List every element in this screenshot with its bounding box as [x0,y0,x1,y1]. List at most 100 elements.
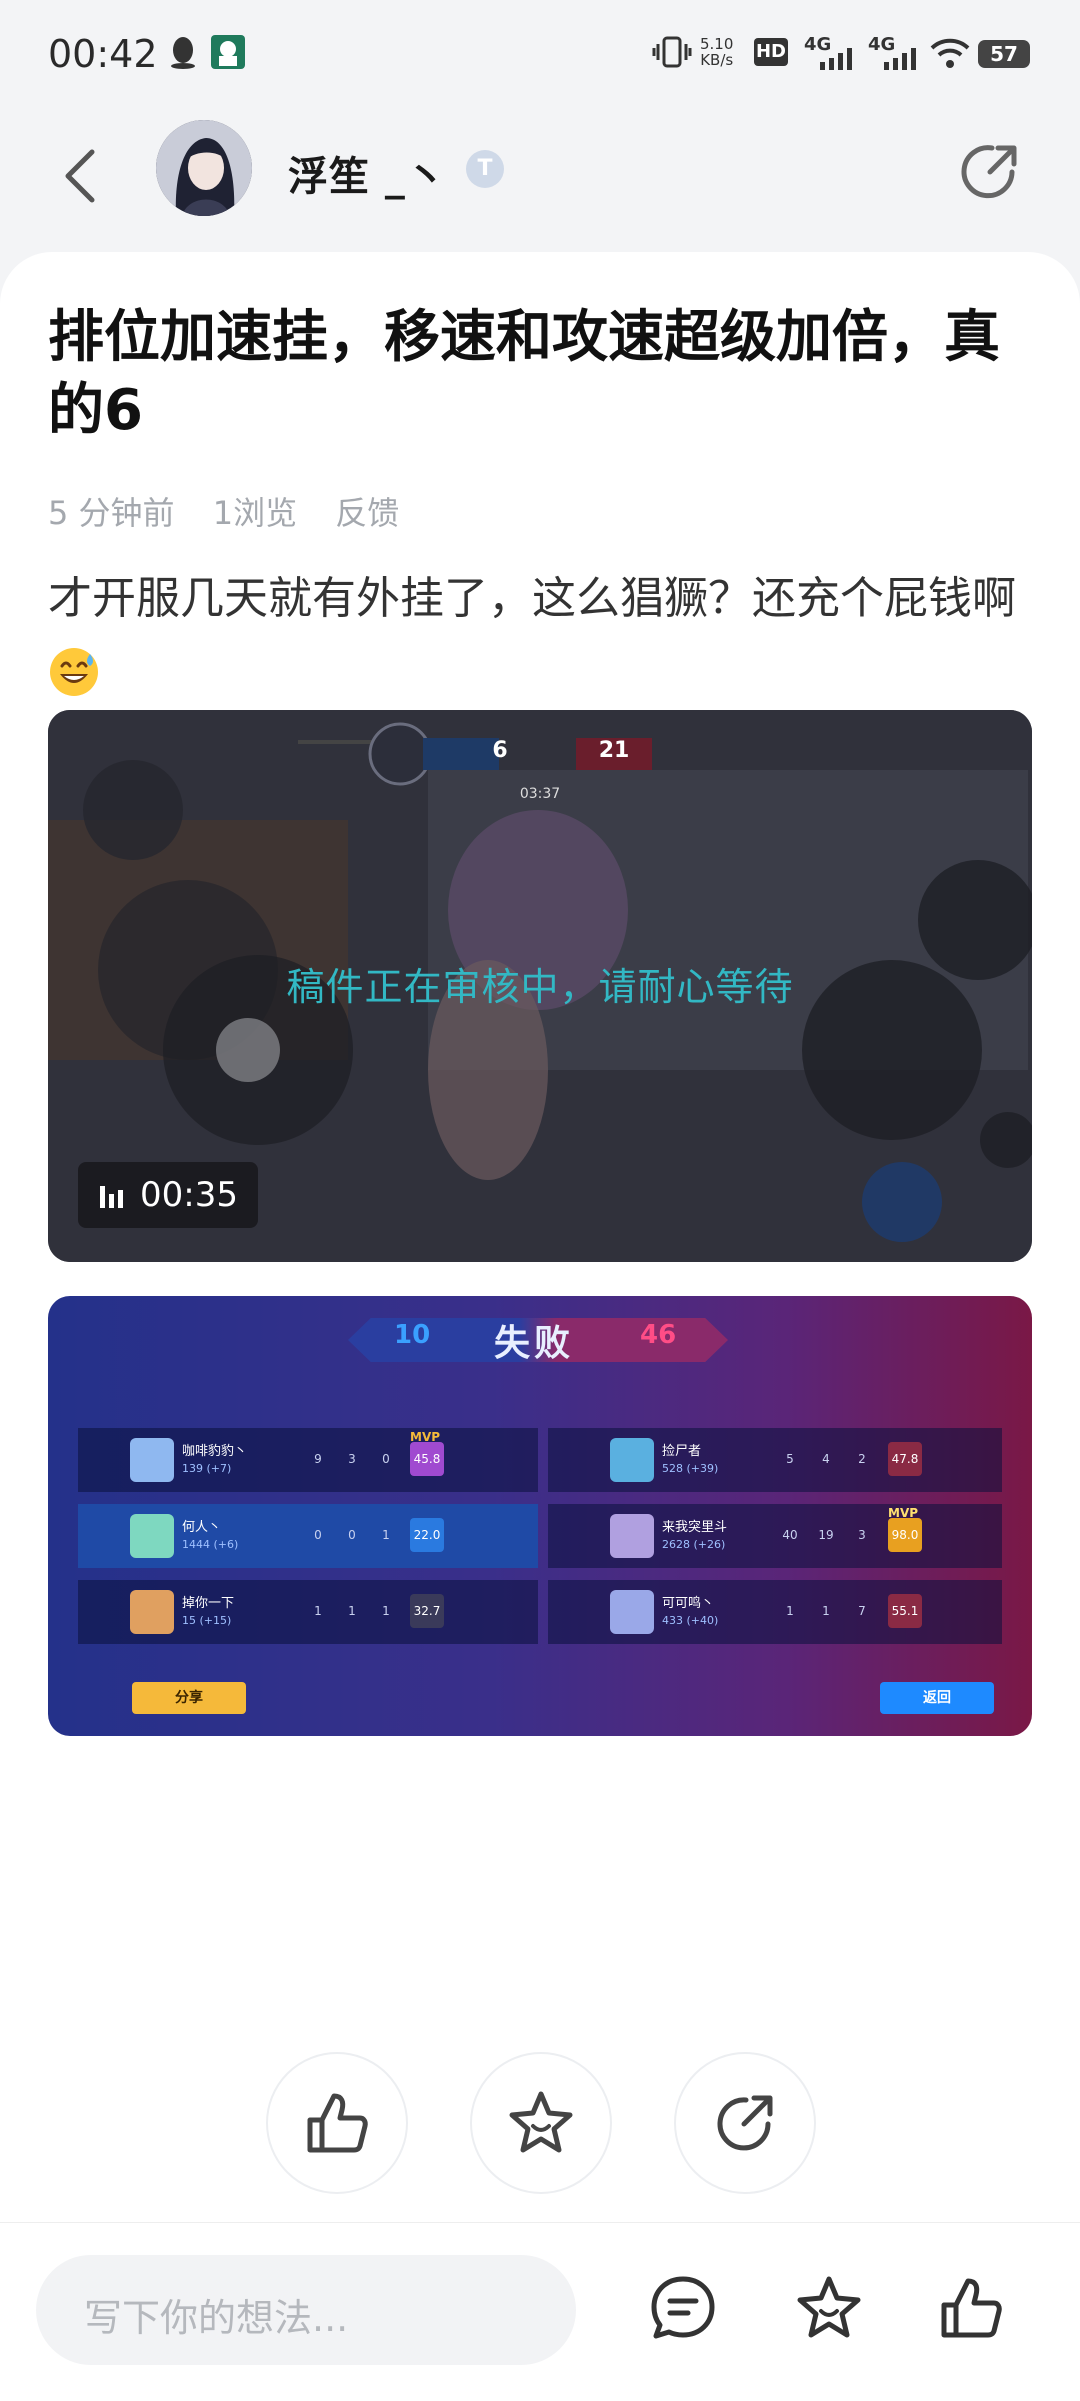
battery-icon: 57 [978,40,1030,68]
mvp-badge: MVP [410,1430,441,1444]
player-avatar [130,1590,174,1634]
signal-icon-2 [884,48,916,70]
player-kills: 1 [314,1604,322,1618]
like-button[interactable] [266,2052,408,2194]
signal-icon [820,48,852,70]
player-assists: 1 [382,1604,390,1618]
scoreboard-row: 掉你一下 15 (+15) 1 1 1 32.7 [78,1580,538,1644]
comment-icon[interactable] [648,2273,718,2343]
player-name: 咖啡豹豹丶 [182,1444,248,1459]
scoreboard-back-button: 返回 [880,1682,994,1714]
player-rank: 1444 (+6) [182,1538,239,1551]
scoreboard-row: 来我突里斗 2628 (+26) 40 19 3 98.0 MVP [548,1504,1002,1568]
video-duration-text: 00:35 [140,1175,238,1215]
player-deaths: 1 [822,1604,830,1618]
vibrate-icon [652,36,692,68]
player-deaths: 4 [822,1452,830,1466]
player-name: 掉你一下 [182,1596,235,1611]
hd-icon: HD [754,38,788,66]
player-rating: 47.8 [888,1442,922,1476]
status-time: 00:42 [48,32,158,76]
player-avatar [610,1590,654,1634]
post-image-scoreboard[interactable]: 10 失败 46 咖啡豹豹丶 139 (+7) 9 3 0 45.8 MVP 何… [48,1296,1032,1736]
qq-icon [171,37,195,69]
username[interactable]: 浮笙 _丶 [288,144,447,202]
player-assists: 1 [382,1528,390,1542]
player-kills: 40 [782,1528,798,1542]
favorite-icon [509,2091,573,2153]
player-rank: 433 (+40) [662,1614,719,1627]
video-score-right: 21 [598,738,630,763]
player-rank: 139 (+7) [182,1462,232,1475]
player-name: 何人丶 [182,1520,222,1535]
player-assists: 7 [858,1604,866,1618]
avatar[interactable] [156,120,252,216]
emoji-sweat-smile-icon [50,647,98,696]
bottom-bar: 写下你的想法... [0,2222,1080,2401]
like-icon [307,2093,368,2153]
player-avatar [610,1438,654,1482]
player-assists: 2 [858,1452,866,1466]
wifi-icon [930,38,970,68]
share-button[interactable] [674,2052,816,2194]
favorite-icon[interactable] [794,2273,864,2343]
favorite-button[interactable] [470,2052,612,2194]
player-avatar [610,1514,654,1558]
player-avatar [130,1438,174,1482]
player-rating: 22.0 [410,1518,444,1552]
player-kills: 9 [314,1452,322,1466]
post-body: 才开服几天就有外挂了，这么猖獗？还充个屁钱啊 [48,562,1028,712]
player-rank: 15 (+15) [182,1614,232,1627]
feedback-link[interactable]: 反馈 [335,494,399,532]
post-title: 排位加速挂，移速和攻速超级加倍，真的6 [48,305,1000,443]
scoreboard-share-button: 分享 [132,1682,246,1714]
player-deaths: 0 [348,1528,356,1542]
status-bar: 00:42 5.10 KB/s HD 4G 4G 57 [0,0,1080,108]
player-name: 可可鸣丶 [662,1596,715,1611]
user-level-badge: T [466,150,504,188]
back-icon[interactable] [54,146,110,206]
player-rank: 528 (+39) [662,1462,719,1475]
post-time: 5 分钟前 [48,494,175,532]
player-rank: 2628 (+26) [662,1538,726,1551]
scoreboard-row: 可可鸣丶 433 (+40) 1 1 7 55.1 [548,1580,1002,1644]
player-deaths: 1 [348,1604,356,1618]
post-video[interactable]: 6 21 03:37 稿件正在审核中，请耐心等待 00:35 [48,710,1032,1262]
post-meta: 5 分钟前 1浏览 反馈 [48,488,427,534]
scoreboard-row-self: 何人丶 1444 (+6) 0 0 1 22.0 [78,1504,538,1568]
player-rating: 32.7 [410,1594,444,1628]
player-name: 来我突里斗 [662,1520,728,1535]
scoreboard-row: 捡尸者 528 (+39) 5 4 2 47.8 [548,1428,1002,1492]
post-header: 浮笙 _丶 T [0,108,1080,258]
left-team-score: 10 [394,1320,431,1350]
player-kills: 1 [786,1604,794,1618]
review-notice: 稿件正在审核中，请耐心等待 [286,965,794,1009]
player-deaths: 3 [348,1452,356,1466]
right-team-score: 46 [640,1320,677,1350]
app-notification-icon [211,35,245,69]
post-views: 1浏览 [212,494,298,532]
share-icon[interactable] [954,136,1026,208]
player-assists: 3 [858,1528,866,1542]
player-deaths: 19 [818,1528,834,1542]
video-duration: 00:35 [78,1162,258,1228]
player-name: 捡尸者 [662,1444,702,1459]
player-assists: 0 [382,1452,390,1466]
like-icon[interactable] [936,2273,1006,2343]
player-rating: 55.1 [888,1594,922,1628]
player-rating: 98.0 [888,1518,922,1552]
video-score-left: 6 [492,738,508,763]
result-text: 失败 [494,1323,575,1364]
post-body-text: 才开服几天就有外挂了，这么猖獗？还充个屁钱啊 [48,573,1016,624]
comment-input[interactable]: 写下你的想法... [36,2255,576,2365]
audio-bars-icon [100,1186,123,1208]
net-speed: 5.10 KB/s [700,35,734,69]
mvp-badge: MVP [888,1506,919,1520]
player-avatar [130,1514,174,1558]
comment-placeholder: 写下你的想法... [84,2296,349,2340]
player-rating: 45.8 [410,1442,444,1476]
scoreboard-row: 咖啡豹豹丶 139 (+7) 9 3 0 45.8 MVP [78,1428,538,1492]
video-game-timer: 03:37 [519,786,561,802]
player-kills: 5 [786,1452,794,1466]
share-icon [717,2095,773,2151]
